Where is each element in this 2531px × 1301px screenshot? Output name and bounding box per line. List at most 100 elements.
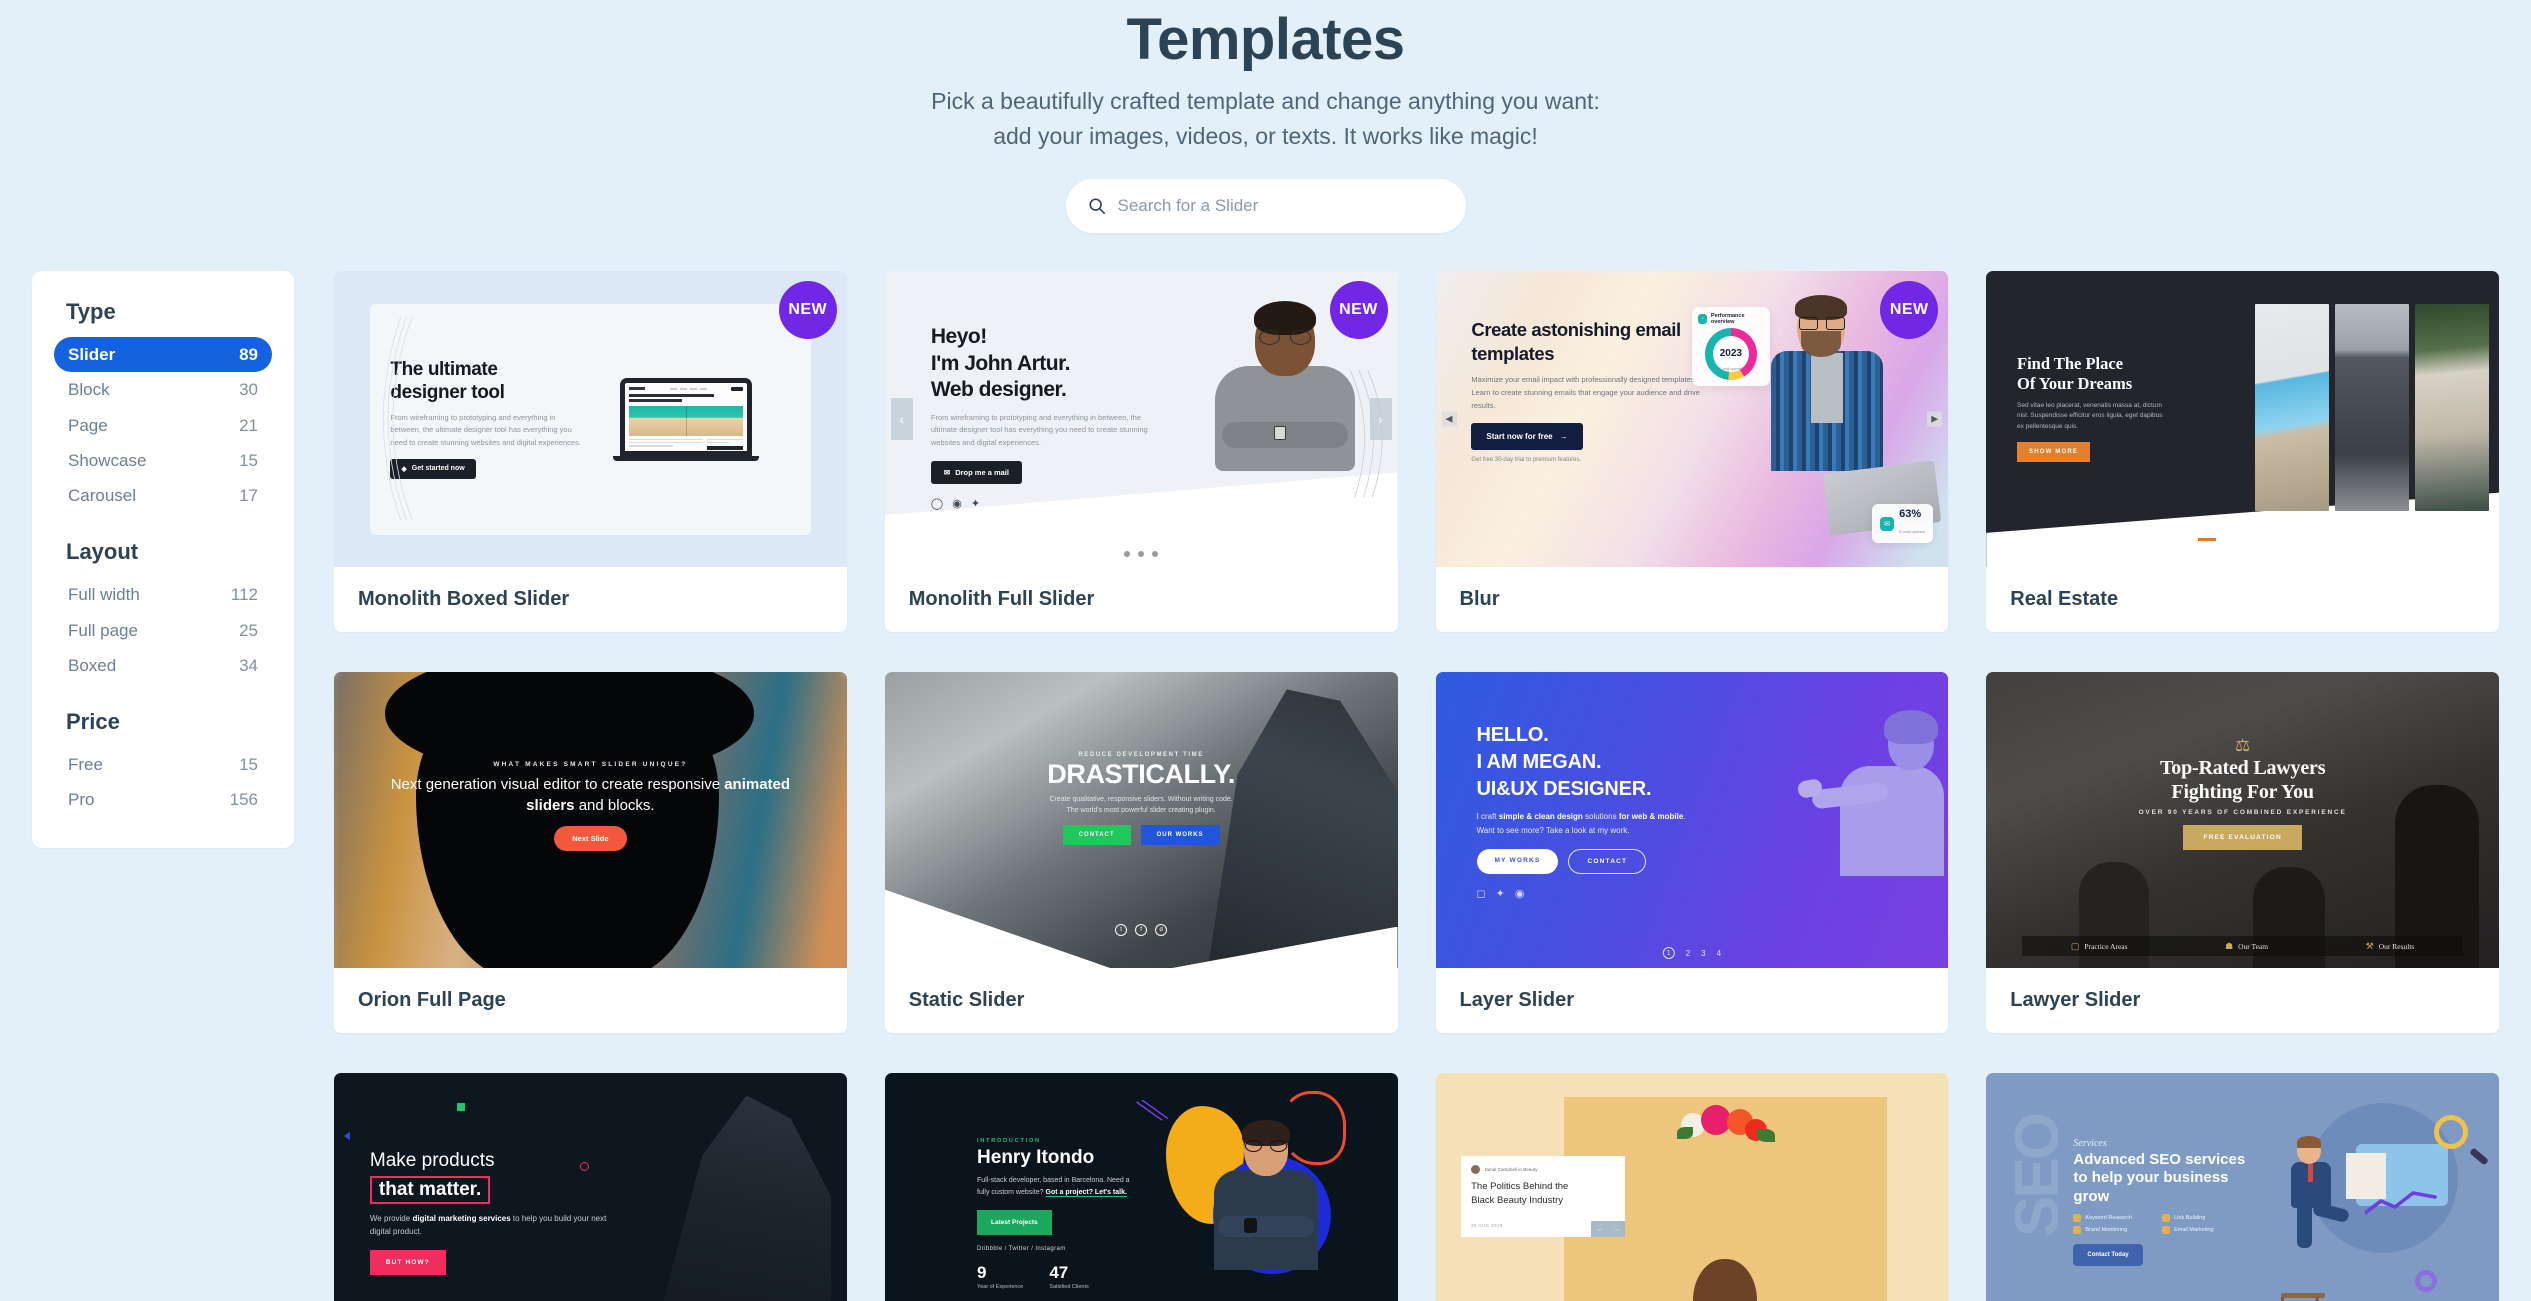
pagination-active[interactable]: 1: [1662, 947, 1675, 960]
template-thumbnail[interactable]: SEO Services Advanced SEO services to he…: [1986, 1073, 2499, 1301]
preview-cta-label: Start now for free: [1486, 432, 1553, 442]
template-card-advanced-seo[interactable]: SEO Services Advanced SEO services to he…: [1986, 1073, 2499, 1301]
heading-line-2: Of Your Dreams: [2017, 373, 2133, 393]
filter-count: 15: [239, 755, 258, 775]
slider-dots[interactable]: [1124, 551, 1159, 558]
widget-title: Performance overview: [1710, 312, 1745, 325]
feature-item: Keyword Research: [2073, 1214, 2150, 1223]
filter-label: Full page: [68, 620, 138, 640]
prev-slide-arrow-icon[interactable]: ‹: [890, 398, 913, 441]
heading-line-2: Black Beauty Industry: [1471, 1194, 1564, 1206]
heading-line-1: Top-Rated Lawyers: [2159, 757, 2326, 780]
person-illustration: [1796, 708, 1944, 968]
sidebar-item-full-width[interactable]: Full width 112: [54, 577, 272, 612]
template-thumbnail[interactable]: ⚖ Top-Rated Lawyers Fighting For You OVE…: [1986, 672, 2499, 969]
heading-line-3: Web designer.: [930, 377, 1067, 401]
nav-our-team: ☗ Our Team: [2225, 940, 2269, 951]
template-thumbnail[interactable]: NEW ◀ ▶ Create astonishing email templat…: [1435, 271, 1949, 568]
search-box[interactable]: [1065, 179, 1466, 234]
analytics-icon: ◔: [1697, 313, 1707, 324]
sidebar-item-page[interactable]: Page 21: [54, 408, 272, 443]
preview-paragraph: We provide digital marketing services to…: [369, 1213, 607, 1237]
pagination-4[interactable]: 4: [1717, 949, 1721, 958]
template-thumbnail[interactable]: Jamal Campbell in Beauty The Politics Be…: [1435, 1073, 1949, 1301]
prev-slide-arrow-icon[interactable]: ◀: [1441, 411, 1457, 427]
search-icon: [1088, 198, 1105, 215]
template-thumbnail[interactable]: NEW ‹ › Heyo! I'm John Artur. Web design…: [884, 271, 1398, 568]
filter-label: Carousel: [68, 486, 137, 506]
preview-cta-button: Contact Today: [2073, 1244, 2143, 1267]
preview-ourworks-button: OUR WORKS: [1140, 825, 1220, 846]
template-card-static-slider[interactable]: REDUCE DEVELOPMENT TIME DRASTICALLY. Cre…: [884, 672, 1398, 1034]
template-card-lawyer-slider[interactable]: ⚖ Top-Rated Lawyers Fighting For You OVE…: [1986, 672, 2499, 1034]
sidebar-item-block[interactable]: Block 30: [54, 372, 272, 407]
new-badge: NEW: [1329, 281, 1388, 340]
preview-contact-button: CONTACT: [1568, 848, 1647, 874]
filter-count: 112: [230, 585, 258, 605]
template-thumbnail[interactable]: NEW The ultimate designer tool From wire…: [334, 271, 847, 568]
sidebar-item-full-page[interactable]: Full page 25: [54, 613, 272, 648]
heading-line-1: Heyo!: [930, 325, 987, 349]
template-card-henry-itondo[interactable]: INTRODUCTION Henry Itondo Full-stack dev…: [884, 1073, 1398, 1301]
template-thumbnail[interactable]: HELLO. I AM MEGAN. UI&UX DESIGNER. I cra…: [1435, 672, 1949, 969]
template-card-monolith-boxed-slider[interactable]: NEW The ultimate designer tool From wire…: [334, 271, 847, 633]
template-thumbnail[interactable]: WHAT MAKES SMART SLIDER UNIQUE? Next gen…: [334, 672, 847, 969]
watermark-text: SEO: [2002, 1114, 2072, 1237]
arrow-right-icon[interactable]: →: [1608, 1221, 1625, 1237]
sidebar-item-boxed[interactable]: Boxed 34: [54, 648, 272, 683]
next-slide-arrow-icon[interactable]: ›: [1369, 398, 1392, 441]
heading-line-1: The Politics Behind the: [1471, 1180, 1569, 1192]
paragraph-line-1: Create qualitative, responsive sliders. …: [1049, 795, 1233, 803]
template-card-real-estate[interactable]: Find The Place Of Your Dreams Sed vitae …: [1986, 271, 2499, 633]
template-card-layer-slider[interactable]: HELLO. I AM MEGAN. UI&UX DESIGNER. I cra…: [1435, 672, 1949, 1034]
template-thumbnail[interactable]: INTRODUCTION Henry Itondo Full-stack dev…: [884, 1073, 1398, 1301]
template-card-orion-full-page[interactable]: WHAT MAKES SMART SLIDER UNIQUE? Next gen…: [334, 672, 847, 1034]
slider-pagination[interactable]: 1 2 3 4: [1662, 947, 1721, 960]
filter-count: 34: [239, 655, 258, 675]
slider-dashes[interactable]: [2197, 538, 2288, 542]
preview-subheading: OVER 90 YEARS OF COMBINED EXPERIENCE: [2138, 809, 2347, 817]
template-card-black-beauty[interactable]: Jamal Campbell in Beauty The Politics Be…: [1435, 1073, 1949, 1301]
brand-icon: [2073, 1226, 2082, 1235]
next-slide-arrow-icon[interactable]: ▶: [1927, 411, 1943, 427]
filter-label: Boxed: [68, 655, 117, 675]
preview-kicker: REDUCE DEVELOPMENT TIME: [1078, 751, 1204, 758]
preview-cta-button: FREE EVALUATION: [2183, 825, 2302, 851]
sidebar-item-free[interactable]: Free 15: [54, 747, 272, 782]
feature-item: Email Marketing: [2162, 1226, 2239, 1235]
page-header: Templates Pick a beautifully crafted tem…: [0, 0, 2531, 234]
preview-heading: The ultimate designer tool: [390, 359, 505, 403]
template-card-make-products[interactable]: Make products that matter. We provide di…: [334, 1073, 847, 1301]
template-card-blur[interactable]: NEW ◀ ▶ Create astonishing email templat…: [1435, 271, 1949, 633]
pagination-3[interactable]: 3: [1701, 949, 1705, 958]
new-badge: NEW: [1880, 281, 1939, 340]
sidebar-item-slider[interactable]: Slider 89: [54, 337, 272, 373]
pagination-2[interactable]: 2: [1686, 949, 1690, 958]
template-card-monolith-full-slider[interactable]: NEW ‹ › Heyo! I'm John Artur. Web design…: [884, 271, 1398, 633]
preview-kicker: WHAT MAKES SMART SLIDER UNIQUE?: [493, 760, 688, 768]
template-thumbnail[interactable]: Make products that matter. We provide di…: [334, 1073, 847, 1301]
card-footer: Monolith Boxed Slider: [334, 567, 847, 632]
preview-paragraph: Maximize your email impact with professi…: [1471, 375, 1700, 410]
paragraph-line-1: I craft simple & clean design solutions …: [1476, 812, 1686, 822]
briefcase-icon: ▢: [2070, 940, 2080, 951]
sidebar-item-showcase[interactable]: Showcase 15: [54, 443, 272, 478]
article-author: Jamal Campbell in Beauty: [1471, 1164, 1615, 1174]
card-footer: Static Slider: [885, 968, 1398, 1033]
arrow-left-icon[interactable]: ←: [1591, 1221, 1608, 1237]
preview-paragraph: Sed vitae leo placerat, venenatis massa …: [2017, 401, 2163, 430]
article-nav[interactable]: ← →: [1591, 1221, 1626, 1238]
social-links: ◯ ◉ ✦: [931, 497, 1162, 510]
preview-kicker: INTRODUCTION: [977, 1138, 1041, 1145]
card-title: Real Estate: [2010, 588, 2119, 611]
template-thumbnail[interactable]: Find The Place Of Your Dreams Sed vitae …: [1986, 271, 2499, 568]
search-input[interactable]: [1117, 196, 1444, 217]
sidebar-item-pro[interactable]: Pro 156: [54, 782, 272, 817]
widget-year: 2023: [1719, 348, 1742, 360]
sidebar-item-carousel[interactable]: Carousel 17: [54, 478, 272, 513]
filter-heading-type: Type: [66, 299, 116, 325]
template-thumbnail[interactable]: REDUCE DEVELOPMENT TIME DRASTICALLY. Cre…: [884, 672, 1398, 969]
filter-group-layout: Layout Full width 112 Full page 25 Boxed…: [54, 539, 272, 683]
card-title: Layer Slider: [1459, 989, 1575, 1012]
preview-cta-button: Start now for free →: [1471, 423, 1583, 451]
